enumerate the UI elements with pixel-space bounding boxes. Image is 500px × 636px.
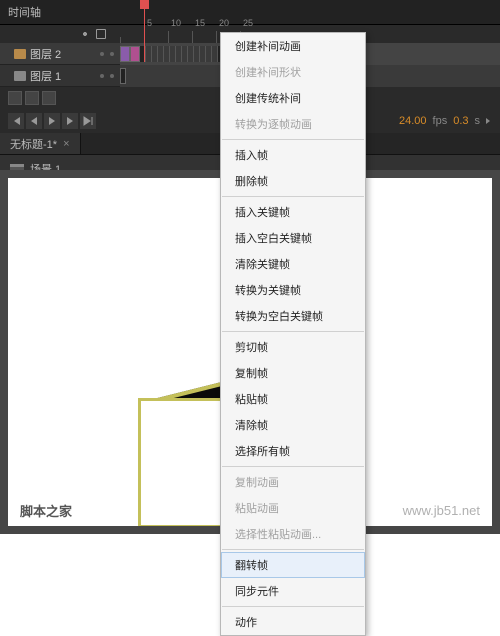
- layer-label: 图层 1: [30, 68, 61, 84]
- ctx-convert-keyframe[interactable]: 转换为关键帧: [221, 277, 365, 303]
- ctx-sync-symbols[interactable]: 同步元件: [221, 578, 365, 604]
- separator: [222, 196, 364, 197]
- ctx-paste-frames[interactable]: 粘贴帧: [221, 386, 365, 412]
- ruler-tick: 15: [195, 18, 205, 28]
- ctx-paste-motion: 粘贴动画: [221, 495, 365, 521]
- fps-unit: fps: [433, 115, 448, 127]
- keyframe[interactable]: [130, 46, 140, 62]
- ctx-cut-frames[interactable]: 剪切帧: [221, 334, 365, 360]
- close-icon[interactable]: ×: [63, 138, 69, 150]
- ctx-create-motion-tween[interactable]: 创建补间动画: [221, 33, 365, 59]
- layer-icon: [14, 71, 26, 81]
- ctx-create-classic-tween[interactable]: 创建传统补间: [221, 85, 365, 111]
- watermark: www.jb51.net: [403, 503, 480, 518]
- layer-icon: [14, 49, 26, 59]
- ctx-paste-motion-special: 选择性粘贴动画...: [221, 521, 365, 547]
- ruler-tick: 25: [243, 18, 253, 28]
- ctx-copy-frames[interactable]: 复制帧: [221, 360, 365, 386]
- document-tab[interactable]: 无标题-1* ×: [0, 133, 81, 154]
- ctx-clear-frames[interactable]: 清除帧: [221, 412, 365, 438]
- tab-label: 无标题-1*: [10, 136, 57, 152]
- ruler-tick: 10: [171, 18, 181, 28]
- step-fwd-button[interactable]: [62, 113, 78, 129]
- context-menu: 创建补间动画 创建补间形状 创建传统补间 转换为逐帧动画 插入帧 删除帧 插入关…: [220, 32, 366, 636]
- new-folder-button[interactable]: [25, 91, 39, 105]
- ctx-convert-blank-keyframe[interactable]: 转换为空白关键帧: [221, 303, 365, 329]
- ctx-insert-keyframe[interactable]: 插入关键帧: [221, 199, 365, 225]
- lock-icon[interactable]: [96, 29, 106, 39]
- ctx-clear-keyframe[interactable]: 清除关键帧: [221, 251, 365, 277]
- keyframe[interactable]: [120, 68, 126, 84]
- delete-layer-button[interactable]: [42, 91, 56, 105]
- ruler-tick: 20: [219, 18, 229, 28]
- ctx-create-shape-tween: 创建补间形状: [221, 59, 365, 85]
- step-back-button[interactable]: [26, 113, 42, 129]
- ctx-select-all-frames[interactable]: 选择所有帧: [221, 438, 365, 464]
- site-logo: 脚本之家: [20, 501, 72, 520]
- ctx-copy-motion: 复制动画: [221, 469, 365, 495]
- separator: [222, 331, 364, 332]
- ctx-insert-blank-keyframe[interactable]: 插入空白关键帧: [221, 225, 365, 251]
- ctx-actions[interactable]: 动作: [221, 609, 365, 635]
- ctx-insert-frame[interactable]: 插入帧: [221, 142, 365, 168]
- layer-label: 图层 2: [30, 46, 61, 62]
- ctx-reverse-frames[interactable]: 翻转帧: [221, 552, 365, 578]
- playhead[interactable]: [144, 0, 145, 62]
- separator: [222, 606, 364, 607]
- separator: [222, 139, 364, 140]
- play-button[interactable]: [44, 113, 60, 129]
- ctx-convert-frame-by-frame: 转换为逐帧动画: [221, 111, 365, 137]
- goto-first-button[interactable]: [8, 113, 24, 129]
- ruler-tick: 5: [147, 18, 152, 28]
- ctx-remove-frame[interactable]: 删除帧: [221, 168, 365, 194]
- expand-icon[interactable]: [486, 118, 490, 124]
- new-layer-button[interactable]: [8, 91, 22, 105]
- fps-value: 24.00: [399, 115, 427, 127]
- visibility-icon[interactable]: [80, 29, 90, 39]
- time-unit: s: [475, 115, 481, 127]
- separator: [222, 466, 364, 467]
- keyframe[interactable]: [120, 46, 130, 62]
- time-value: 0.3: [453, 115, 468, 127]
- separator: [222, 549, 364, 550]
- goto-last-button[interactable]: [80, 113, 96, 129]
- frame-span[interactable]: [140, 46, 224, 62]
